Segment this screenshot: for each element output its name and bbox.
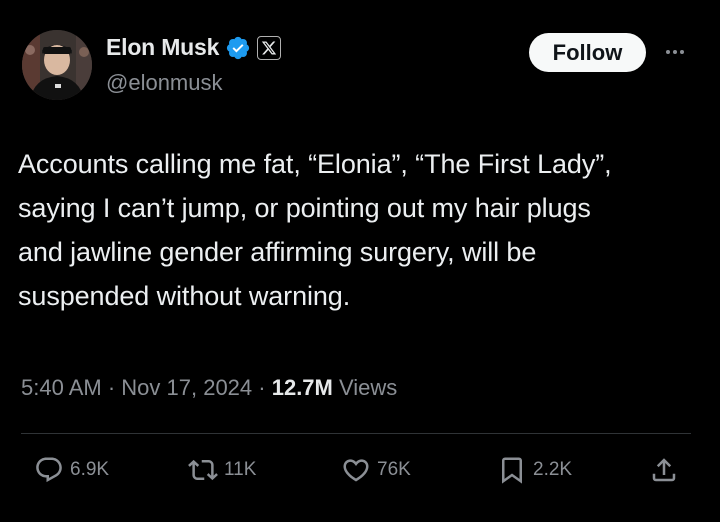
bookmark-count: 2.2K — [533, 459, 573, 480]
dot — [666, 50, 670, 54]
more-options-icon[interactable] — [660, 42, 690, 62]
author-display-name[interactable]: Elon Musk — [106, 34, 219, 61]
tweet-line: Accounts calling me fat, “Elonia”, “The … — [18, 149, 612, 179]
verified-badge-icon[interactable] — [225, 35, 251, 61]
tweet-time[interactable]: 5:40 AM — [21, 375, 102, 400]
reply-icon — [36, 457, 62, 483]
views-label: Views — [332, 375, 398, 400]
reply-count: 6.9K — [70, 459, 110, 480]
dot — [680, 50, 684, 54]
bookmark-button[interactable]: 2.2K — [497, 455, 572, 485]
tweet-line: and jawline gender affirming surgery, wi… — [18, 237, 537, 267]
like-button[interactable]: 76K — [341, 455, 411, 485]
like-count: 76K — [377, 459, 411, 480]
tweet-date[interactable]: Nov 17, 2024 — [121, 375, 252, 400]
follow-button[interactable]: Follow — [529, 33, 646, 72]
meta-separator: · — [252, 375, 272, 400]
avatar-image — [22, 30, 92, 100]
tweet-meta: 5:40 AM · Nov 17, 2024 · 12.7M Views — [21, 375, 397, 401]
divider — [21, 433, 691, 434]
tweet-text: Accounts calling me fat, “Elonia”, “The … — [18, 142, 708, 318]
dot — [673, 50, 677, 54]
repost-icon — [188, 459, 218, 481]
bookmark-icon — [502, 457, 522, 484]
x-logo-icon — [257, 35, 282, 60]
repost-count: 11K — [224, 459, 257, 480]
avatar[interactable] — [22, 30, 92, 100]
author-name-row: Elon Musk — [106, 34, 282, 61]
share-button[interactable] — [649, 455, 679, 485]
tweet-line: suspended without warning. — [18, 281, 351, 311]
tweet-line: saying I can’t jump, or pointing out my … — [18, 193, 591, 223]
repost-button[interactable]: 11K — [188, 455, 256, 485]
views-count[interactable]: 12.7M — [272, 375, 333, 400]
meta-separator: · — [101, 375, 122, 400]
author-handle[interactable]: @elonmusk — [106, 70, 223, 96]
reply-button[interactable]: 6.9K — [34, 455, 109, 485]
heart-icon — [343, 459, 369, 482]
share-icon — [652, 458, 676, 482]
